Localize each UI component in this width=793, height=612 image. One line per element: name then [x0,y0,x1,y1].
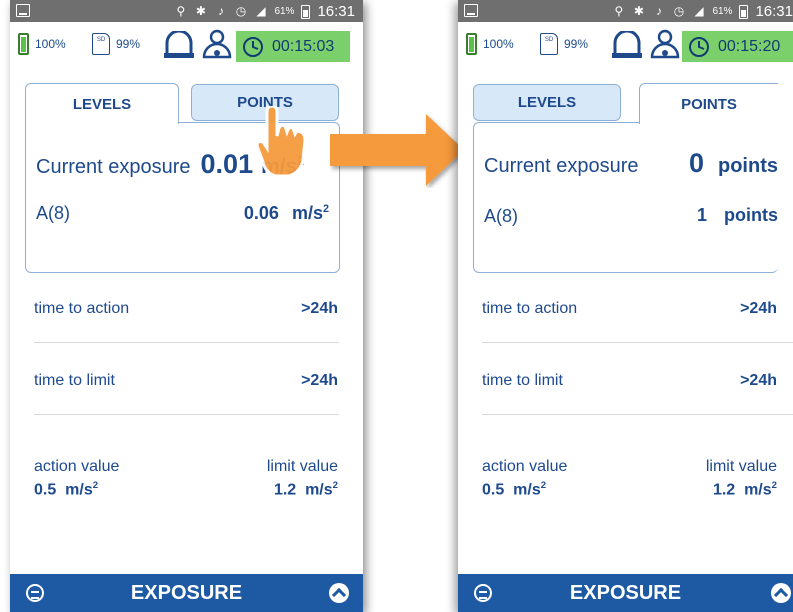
battery-icon [18,33,29,55]
measurement-timer[interactable]: 00:15:03 [236,31,350,62]
time-to-action-label: time to action [34,300,130,317]
action-value-label: action value [34,458,120,475]
a8-value: 1 [696,205,707,225]
bluetooth-icon: ✱ [195,4,206,18]
sd-level: 99% [116,37,141,51]
status-battery-percent: 61% [712,6,733,17]
sd-indicator: SD 99% [92,33,140,55]
a8-label: A(8) [36,203,71,223]
battery-icon [466,33,477,55]
phone-screen-levels: ⚲ ✱ ♪ ◷ ◢ 61% 16:31 100% SD 99% 00:15:03… [10,0,363,612]
bottom-nav-bar: EXPOSURE [458,574,793,612]
location-icon: ⚲ [176,4,186,18]
tab-levels[interactable]: LEVELS [25,83,179,124]
action-value: 0.5 m/s2 [34,480,99,499]
operator-icon[interactable] [201,29,233,61]
battery-level: 100% [483,37,514,51]
clock-icon [689,36,709,57]
screenshot-icon [464,4,478,17]
limit-value: 1.2 m/s2 [273,480,338,499]
time-to-limit-value: >24h [740,372,777,389]
mute-icon: ♪ [217,4,224,18]
divider [34,342,339,343]
limit-value: 1.2 m/s2 [712,480,777,499]
status-battery-percent: 61% [274,6,295,17]
screenshot-icon [16,4,30,17]
alarm-bell-icon[interactable] [611,31,643,59]
signal-icon: ◢ [694,4,704,18]
battery-indicator: 100% [18,33,66,55]
device-toolbar: 100% SD 99% 00:15:03 [10,22,363,67]
current-exposure-row: 0 points [689,148,778,179]
expand-up-icon[interactable] [771,583,791,603]
timer-value: 00:15:20 [718,37,781,55]
signal-icon: ◢ [256,4,266,18]
phone-screen-points: ⚲ ✱ ♪ ◷ ◢ 61% 16:31 100% SD 99% 00:15:20… [458,0,793,612]
operator-icon[interactable] [649,29,681,61]
current-exposure-value: 0.01 [200,149,254,179]
limit-value-label: limit value [266,458,338,475]
status-battery-icon [739,4,749,19]
divider [482,414,793,415]
expand-up-icon[interactable] [329,583,349,603]
bluetooth-icon: ✱ [633,4,644,18]
status-time: 16:31 [755,3,793,20]
alarm-bell-icon[interactable] [163,31,195,59]
battery-indicator: 100% [466,33,514,55]
a8-value-row: 1 points [697,205,778,226]
battery-level: 100% [35,37,66,51]
view-tabs: LEVELS POINTS [473,83,778,124]
device-toolbar: 100% SD 99% 00:15:20 [458,22,793,67]
screen-title: EXPOSURE [130,582,243,604]
screen-title: EXPOSURE [569,582,682,604]
timer-value: 00:15:03 [272,37,335,55]
sd-indicator: SD 99% [540,33,588,55]
bottom-nav-bar: EXPOSURE [10,574,363,612]
time-to-limit-label: time to limit [482,372,563,389]
status-time: 16:31 [317,3,355,20]
time-to-limit-value: >24h [301,372,338,389]
limit-value-label: limit value [705,458,777,475]
a8-label: A(8) [484,206,519,226]
tab-points[interactable]: POINTS [639,83,778,124]
time-to-action-label: time to action [482,300,578,317]
exposure-panel: Current exposure 0 points A(8) 1 points [473,122,778,273]
current-exposure-label: Current exposure [36,156,191,178]
time-to-limit-label: time to limit [34,372,115,389]
sd-card-icon: SD [92,33,110,55]
comparison-stage: ⚲ ✱ ♪ ◷ ◢ 61% 16:31 100% SD 99% 00:15:03… [0,0,793,612]
location-icon: ⚲ [614,4,624,18]
divider [482,342,793,343]
status-battery-icon [301,4,311,19]
android-status-bar: ⚲ ✱ ♪ ◷ ◢ 61% 16:31 [10,0,363,22]
tap-hand-icon [257,106,307,178]
sd-level: 99% [564,37,589,51]
divider [34,414,339,415]
current-exposure-value: 0 [688,148,704,178]
time-to-action-value: >24h [301,300,338,317]
a8-value-row: 0.06 m/s2 [244,203,329,224]
alarm-icon: ◷ [673,4,685,18]
transition-arrow-icon [330,114,464,186]
action-value: 0.5 m/s2 [482,480,547,499]
alarm-icon: ◷ [235,4,247,18]
sd-card-icon: SD [540,33,558,55]
time-to-action-value: >24h [740,300,777,317]
tab-levels[interactable]: LEVELS [473,84,621,121]
android-status-bar: ⚲ ✱ ♪ ◷ ◢ 61% 16:31 [458,0,793,22]
action-value-label: action value [482,458,568,475]
mute-icon: ♪ [655,4,662,18]
a8-unit: points [724,205,778,225]
current-exposure-label: Current exposure [484,155,639,177]
a8-value: 0.06 [243,203,279,223]
measurement-timer[interactable]: 00:15:20 [682,31,793,62]
a8-unit: m/s2 [291,203,329,223]
clock-icon [243,36,263,57]
current-exposure-unit: points [718,155,778,177]
